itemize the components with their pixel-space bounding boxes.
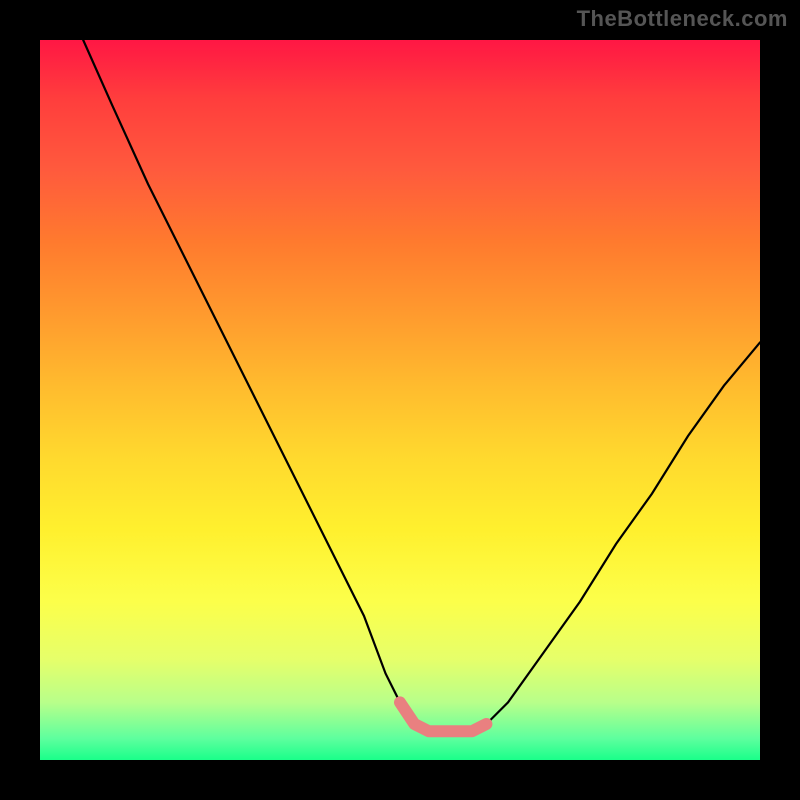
sweet-spot-marker xyxy=(400,702,486,731)
bottleneck-curve xyxy=(83,40,760,731)
watermark-text: TheBottleneck.com xyxy=(577,6,788,32)
chart-frame: TheBottleneck.com xyxy=(0,0,800,800)
plot-area xyxy=(40,40,760,760)
plot-svg xyxy=(40,40,760,760)
